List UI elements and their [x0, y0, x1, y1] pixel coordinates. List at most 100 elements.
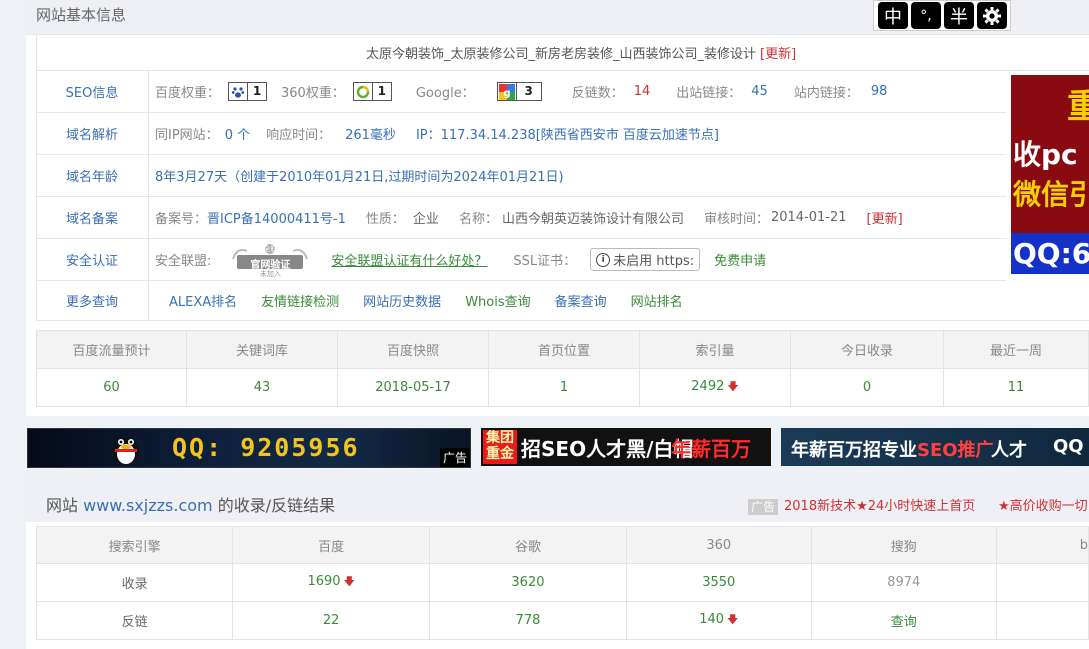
ime-chinese-toggle[interactable]: 中: [878, 2, 908, 29]
index-count-value: 2492: [691, 379, 725, 394]
more-link-beian[interactable]: 备案查询: [555, 291, 607, 310]
seo-content: 百度权重： 1 360权重： 1 Google： g 3 反链数： 14 出站链…: [149, 82, 1006, 101]
seo-label: SEO信息: [36, 71, 149, 112]
ime-halfwidth-toggle[interactable]: 半: [944, 2, 974, 29]
ime-toolbar: 中 °, 半: [873, 0, 1011, 31]
google-pr-badge[interactable]: g 3: [496, 82, 542, 101]
index-cell: 3620: [429, 563, 627, 602]
alliance-benefit-link[interactable]: 安全联盟认证有什么好处？: [331, 250, 487, 269]
ssl-status-box[interactable]: i 未启用 https:: [590, 248, 701, 271]
ssl-label: SSL证书：: [513, 254, 577, 269]
beian-update-link[interactable]: [更新]: [867, 208, 903, 227]
ssl-status-text: 未启用 https:: [613, 254, 695, 269]
ip-label: IP：: [415, 128, 441, 143]
domain-beian-content: 备案号： 晋ICP备14000411号-1 性质： 企业 名称： 山西今朝英迈装…: [149, 208, 1006, 227]
domain-beian-row: 域名备案 备案号： 晋ICP备14000411号-1 性质： 企业 名称： 山西…: [36, 197, 1006, 239]
b3-text-2: SEO推广: [917, 440, 994, 461]
stats-value-cell: 2492 🡇: [638, 368, 791, 407]
seo-recruit-banner-ad[interactable]: 集团重金 招SEO人才黑/白帽 年薪百万: [481, 428, 771, 466]
seo-salary-text: 年薪百万: [671, 437, 751, 461]
beian-name-label: 名称：: [458, 212, 498, 227]
baidu-weight-label: 百度权重：: [155, 86, 221, 101]
right-ad-line1: 重: [1067, 87, 1089, 127]
more-link-whois[interactable]: Whois查询: [465, 291, 530, 310]
b3-text-1: 年薪百万招专业: [791, 440, 917, 461]
backlink-cell: [995, 601, 1089, 640]
index-cell: 8974: [810, 563, 997, 602]
ime-settings-gear-icon[interactable]: [977, 2, 1007, 29]
beian-nature-label: 性质：: [365, 212, 405, 227]
q360-weight-value: 1: [371, 83, 391, 100]
google-label: Google：: [415, 86, 475, 101]
baidu-weight-badge[interactable]: 1: [228, 82, 268, 101]
q360-weight-badge[interactable]: 1: [352, 82, 392, 101]
more-link-alexa[interactable]: ALEXA排名: [169, 291, 237, 310]
beian-no-value: 晋ICP备14000411号-1: [207, 212, 346, 227]
security-label: 安全认证: [36, 239, 149, 280]
ime-punctuation-toggle[interactable]: °,: [911, 2, 941, 29]
inlinks-label: 站内链接：: [793, 86, 859, 101]
b3-qq: QQ: [1053, 436, 1084, 457]
index-header-cell: 搜索引擎: [35, 526, 234, 564]
panel2-ad-tag: 广告: [748, 499, 779, 515]
panel-title-text: 网站基本信息: [36, 6, 127, 24]
more-query-label: 更多查询: [36, 281, 149, 320]
beian-nature-value: 企业: [412, 212, 439, 227]
panel2-domain[interactable]: www.sxjzzs.com: [83, 496, 213, 515]
seo-row: SEO信息 百度权重： 1 360权重： 1 Google： g 3 反链数： …: [36, 71, 1006, 113]
panel2-title-prefix: 网站: [46, 496, 84, 515]
info-icon: i: [596, 252, 611, 267]
same-ip-label: 同IP网站：: [155, 128, 219, 143]
baidu-weight-value: 1: [247, 83, 266, 100]
site-title-update-link[interactable]: [更新]: [760, 43, 796, 62]
right-ad-line2: 收pc: [1013, 138, 1078, 171]
backlinks-value[interactable]: 14: [634, 84, 651, 99]
stats-header-cell: 关键词库: [185, 330, 338, 369]
backlink-cell: 140 🡇: [625, 601, 812, 640]
baidu-index-value: 1690: [307, 574, 341, 589]
domain-age-row: 域名年龄 8年3月27天（创建于2010年01月21日,过期时间为2024年01…: [36, 155, 1006, 197]
inlinks-value[interactable]: 98: [871, 84, 888, 99]
panel2-title-suffix: 的收录/反链结果: [212, 496, 336, 515]
domain-age-label: 域名年龄: [36, 155, 149, 196]
down-arrow-icon: 🡇: [727, 380, 739, 393]
stats-header-cell: 首页位置: [487, 330, 640, 369]
sogou-query-link[interactable]: 查询: [810, 601, 997, 640]
ip-value[interactable]: 117.34.14.238[陕西省西安市 百度云加速节点]: [441, 124, 719, 143]
q360-weight-label: 360权重：: [281, 86, 345, 101]
more-link-history[interactable]: 网站历史数据: [363, 291, 441, 310]
stats-header-row: 百度流量预计 关键词库 百度快照 首页位置 索引量 今日收录 最近一周: [36, 330, 1089, 369]
qq-number-text: QQ: 9205956: [172, 433, 360, 462]
panel2-ad-text-2[interactable]: ★高价收购一切: [998, 498, 1088, 516]
q360-ring-icon: [354, 83, 372, 100]
domain-resolve-content: 同IP网站： 0 个 响应时间： 261毫秒 IP： 117.34.14.238…: [149, 124, 1006, 143]
backlink-row: 反链 22 778 140 🡇 查询: [35, 601, 1089, 640]
qq-banner-ad[interactable]: QQ: 9205956 广告: [27, 428, 471, 468]
beian-audit-value: 2014-01-21: [770, 210, 847, 225]
stats-value-cell: 2018-05-17: [336, 368, 489, 407]
more-query-links: ALEXA排名 友情链接检测 网站历史数据 Whois查询 备案查询 网站排名: [149, 291, 1089, 310]
group-money-tag: 集团重金: [483, 430, 517, 464]
right-side-ad[interactable]: 重 收pc 微信引 QQ:6: [1011, 75, 1089, 274]
stats-header-cell: 今日收录: [789, 330, 945, 369]
beian-name-value: 山西今朝英迈装饰设计有限公司: [501, 212, 684, 227]
more-link-friendlinks[interactable]: 友情链接检测: [261, 291, 339, 310]
qq-penguin-icon: [113, 437, 139, 465]
outlinks-value[interactable]: 45: [751, 84, 768, 99]
ssl-apply-link[interactable]: 免费申请: [714, 250, 766, 269]
stats-value-row: 60 43 2018-05-17 1 2492 🡇 0 11: [36, 368, 1089, 407]
svg-text:g: g: [503, 88, 510, 99]
beian-no-label: 备案号：: [155, 212, 208, 227]
index-header-cell: 360: [625, 526, 812, 564]
panel2-ad-text-1[interactable]: 2018新技术★24小时快速上首页: [784, 498, 975, 516]
more-link-rank[interactable]: 网站排名: [631, 291, 683, 310]
same-ip-value[interactable]: 0 个: [225, 124, 250, 143]
q360-backlink-value: 140: [699, 612, 725, 627]
alliance-seal-icon[interactable]: 安全联盟 官网验证 未加入: [229, 243, 311, 278]
index-cell: [995, 563, 1089, 602]
baidu-paw-icon: [229, 83, 248, 100]
index-header-cell: b: [995, 526, 1089, 564]
stats-value-cell: 60: [36, 368, 187, 407]
stats-value-cell: 11: [943, 368, 1089, 407]
seo-promo-banner-ad[interactable]: 年薪百万招专业 SEO推广 人才 QQ: [781, 428, 1089, 466]
